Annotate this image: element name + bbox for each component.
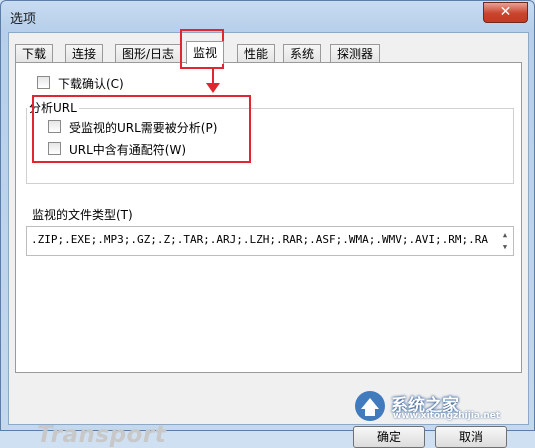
tab-connection[interactable]: 连接 xyxy=(65,44,104,63)
url-wildcard-label: URL中含有通配符(W) xyxy=(69,143,187,157)
download-confirm-label: 下载确认(C) xyxy=(58,77,124,91)
tab-probe[interactable]: 探测器 xyxy=(330,44,381,63)
file-types-field[interactable]: .ZIP;.EXE;.MP3;.GZ;.Z;.TAR;.ARJ;.LZH;.RA… xyxy=(26,226,514,256)
title-bar[interactable]: 选项 ✕ xyxy=(1,1,534,31)
file-types-label: 监视的文件类型(T) xyxy=(32,208,133,222)
scroll-arrows-icon[interactable]: ▲ ▼ xyxy=(499,229,511,253)
close-button[interactable]: ✕ xyxy=(483,2,528,23)
tab-monitor[interactable]: 监视 xyxy=(186,41,225,64)
dialog-client-area: 下载 连接 图形/日志 监视 性能 系统 探测器 下载确认(C) 分析URL 受… xyxy=(8,32,529,448)
file-types-value: .ZIP;.EXE;.MP3;.GZ;.Z;.TAR;.ARJ;.LZH;.RA… xyxy=(31,233,488,246)
analyze-url-group-title: 分析URL xyxy=(27,99,79,116)
monitor-tab-panel: 下载确认(C) 分析URL 受监视的URL需要被分析(P) URL中含有通配符(… xyxy=(15,62,522,373)
ok-button[interactable]: 确定 xyxy=(353,426,425,448)
tab-system[interactable]: 系统 xyxy=(283,44,322,63)
download-confirm-checkbox[interactable] xyxy=(37,76,50,89)
tab-graphics-log[interactable]: 图形/日志 xyxy=(115,44,182,63)
url-wildcard-checkbox[interactable] xyxy=(48,142,61,155)
analyze-monitored-url-label: 受监视的URL需要被分析(P) xyxy=(69,121,218,135)
tab-download[interactable]: 下载 xyxy=(15,44,54,63)
tab-performance[interactable]: 性能 xyxy=(237,44,276,63)
site-watermark: 系统之家 www.xitongzhijia.net xyxy=(353,385,531,425)
watermark-url: www.xitongzhijia.net xyxy=(393,411,501,421)
watermark-logo-icon xyxy=(355,391,385,421)
transport-logo: Transport xyxy=(37,422,167,448)
cancel-button[interactable]: 取消 xyxy=(435,426,507,448)
analyze-monitored-url-checkbox[interactable] xyxy=(48,120,61,133)
window-title: 选项 xyxy=(10,12,37,27)
arrow-down-icon xyxy=(206,83,220,93)
options-dialog: 选项 ✕ 下载 连接 图形/日志 监视 性能 系统 探测器 下载确认(C) 分析… xyxy=(0,0,535,448)
